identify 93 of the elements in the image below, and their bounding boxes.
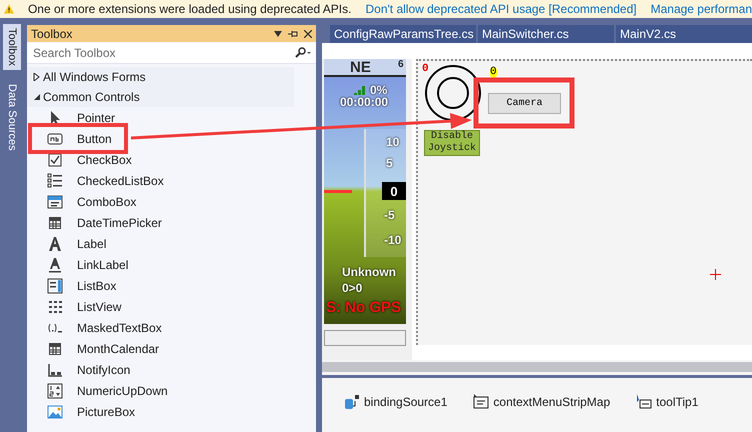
component-label: toolTip1 — [656, 395, 698, 409]
altitude-tick: 5 — [386, 156, 393, 170]
item-label: PictureBox — [77, 404, 136, 418]
altitude-tick: -5 — [384, 208, 395, 222]
control-icon — [47, 194, 63, 210]
document-tab[interactable]: ConfigRawParamsTree.cs — [330, 25, 476, 43]
document-tab[interactable]: MainV2.cs — [616, 25, 752, 43]
item-label: Pointer — [77, 110, 116, 124]
toolbox-item[interactable]: NotifyIcon — [27, 359, 316, 380]
toolbox-item[interactable]: NumericUpDown — [27, 380, 316, 401]
altitude-pointer: 0 — [382, 182, 406, 200]
timer-reading: 00:00:00 — [340, 95, 388, 109]
toolbox-item[interactable]: MonthCalendar — [27, 338, 316, 359]
item-label: ComboBox — [77, 194, 136, 208]
item-label: Button — [77, 132, 112, 146]
warning-icon — [4, 3, 14, 15]
crosshair-icon — [710, 269, 721, 280]
document-tab[interactable]: MainSwitcher.cs — [478, 25, 614, 43]
notice-text: One or more extensions were loaded using deprecated APIs. — [28, 2, 352, 16]
toolbox-item[interactable]: ListView — [27, 296, 316, 317]
toolbox-group[interactable]: All Windows Forms — [27, 67, 294, 87]
control-icon — [47, 152, 63, 168]
control-icon — [47, 382, 63, 398]
component-label: contextMenuStripMap — [493, 395, 610, 409]
control-icon — [47, 214, 63, 230]
item-label: CheckedListBox — [77, 174, 164, 188]
side-tab[interactable]: Data Sources — [3, 80, 21, 155]
notice-link[interactable]: Don't allow deprecated API usage [Recommended] — [365, 2, 637, 16]
toolbox-item[interactable]: Button — [27, 128, 316, 149]
signal-icon — [354, 85, 366, 95]
item-label: ListBox — [77, 278, 116, 292]
counter-label: 0 — [490, 67, 497, 78]
close-icon[interactable] — [304, 30, 312, 38]
toolbox-item[interactable]: Pointer — [27, 107, 316, 128]
battery-reading: 0% — [370, 83, 388, 97]
toolbox-item[interactable]: DateTimePicker — [27, 212, 316, 233]
toolbox-item[interactable]: PictureBox — [27, 401, 316, 422]
search-box[interactable]: Search Toolbox — [27, 43, 316, 64]
control-icon — [47, 236, 63, 252]
altitude-tick: 10 — [386, 135, 400, 149]
item-label: NotifyIcon — [77, 362, 130, 376]
counter-label: 0 — [422, 63, 429, 75]
search-icon — [294, 47, 312, 59]
toolbox-item[interactable]: CheckBox — [27, 149, 316, 170]
item-label: MonthCalendar — [77, 342, 160, 356]
altitude-tick: -10 — [384, 233, 402, 247]
camera-button[interactable]: Camera — [488, 93, 561, 114]
toolbox-item[interactable]: LinkLabel — [27, 254, 316, 275]
item-label: LinkLabel — [77, 258, 128, 272]
toolbox-group[interactable]: Common Controls — [27, 87, 294, 107]
database-icon — [344, 394, 360, 410]
toolbox-item[interactable]: ListBox — [27, 275, 316, 296]
waypoint-label: 0>0 — [342, 281, 362, 295]
toolbox-item[interactable]: Label — [27, 233, 316, 254]
control-icon — [47, 298, 63, 314]
menu-icon — [473, 394, 490, 410]
item-label: NumericUpDown — [77, 384, 168, 398]
panel-title: Toolbox — [31, 26, 74, 40]
control-icon — [47, 404, 63, 420]
group-label: Common Controls — [43, 90, 140, 104]
joystick-button[interactable]: Disable Joystick — [424, 130, 480, 156]
control-icon — [47, 172, 63, 188]
heading-tick: 6 — [398, 59, 404, 70]
item-label: MaskedTextBox — [77, 320, 162, 334]
toolbox-item[interactable]: ComboBox — [27, 191, 316, 212]
gps-status: S: No GPS — [326, 299, 402, 316]
item-label: Label — [77, 236, 106, 250]
component-label: bindingSource1 — [364, 395, 448, 409]
item-label: CheckBox — [77, 152, 132, 166]
dropdown-icon[interactable] — [274, 30, 282, 36]
item-label: ListView — [77, 300, 122, 314]
control-icon — [47, 362, 63, 378]
pin-icon[interactable] — [288, 30, 298, 38]
horizon-line — [324, 190, 352, 193]
group-label: All Windows Forms — [43, 70, 146, 84]
control-icon — [47, 340, 63, 356]
horizontal-scrollbar[interactable] — [322, 362, 752, 372]
tooltip-icon — [636, 394, 652, 410]
control-icon — [47, 278, 63, 294]
mode-label: Unknown — [342, 265, 396, 279]
component-item[interactable]: toolTip1 — [636, 394, 698, 410]
notice-link[interactable]: Manage performan — [650, 2, 752, 16]
control-icon — [47, 130, 63, 146]
search-field[interactable]: Search Toolbox — [31, 45, 294, 61]
side-tab[interactable]: Toolbox — [3, 24, 21, 70]
heading-label: NE — [350, 59, 371, 76]
toolbox-item[interactable]: CheckedListBox — [27, 170, 316, 191]
component-item[interactable]: bindingSource1 — [344, 394, 448, 410]
joystick-drawing — [424, 64, 482, 122]
toolbox-item[interactable]: MaskedTextBox — [27, 317, 316, 338]
control-icon — [47, 256, 63, 272]
item-label: DateTimePicker — [77, 216, 162, 230]
component-item[interactable]: contextMenuStripMap — [473, 394, 610, 410]
